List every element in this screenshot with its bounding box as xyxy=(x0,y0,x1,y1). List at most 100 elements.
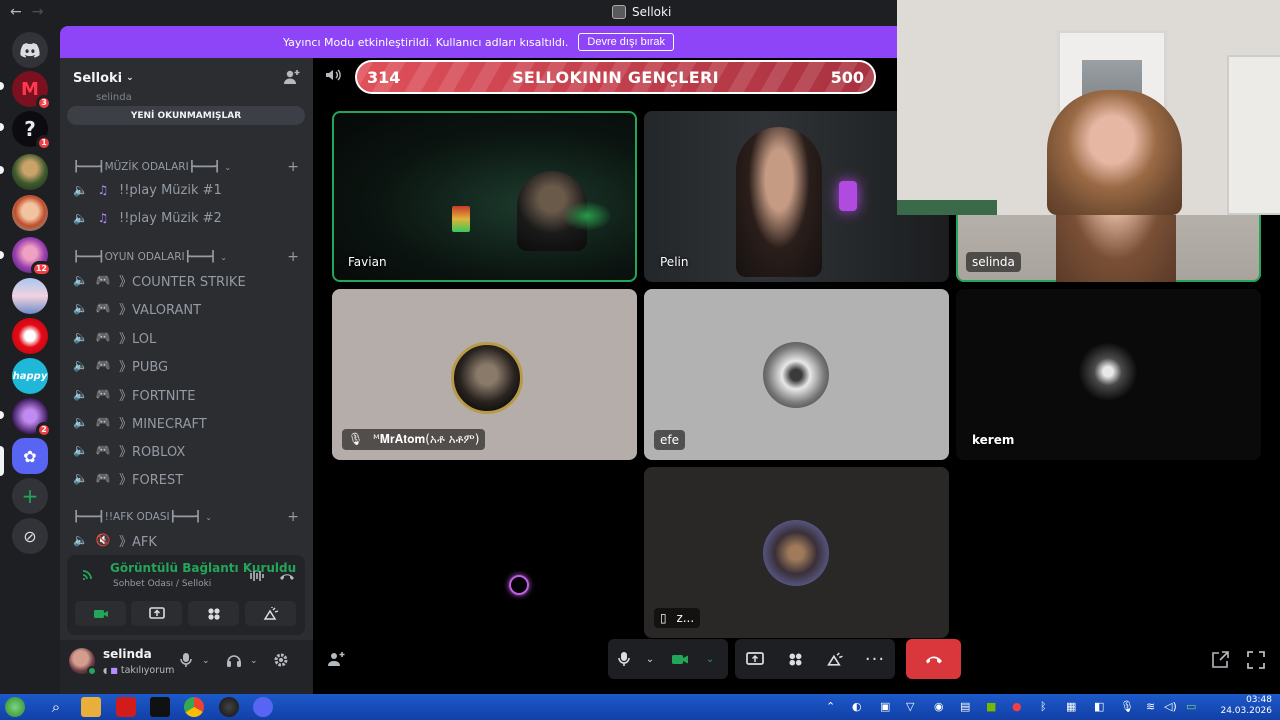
voice-channel[interactable]: 🔈 🎮 》FORTNITE xyxy=(73,382,305,406)
server-soldier-icon[interactable] xyxy=(12,154,48,190)
voice-channel[interactable]: 🔈 🎮 》VALORANT xyxy=(73,296,305,320)
disconnect-icon[interactable] xyxy=(279,569,295,587)
app-black-icon[interactable] xyxy=(150,697,170,717)
volume-tray-icon[interactable]: ◁) xyxy=(1164,700,1177,713)
add-channel-icon[interactable]: + xyxy=(287,509,299,525)
app-dark-icon[interactable] xyxy=(219,697,239,717)
category-afk[interactable]: ┣━━━┫!!AFK ODASI┣━━━┫ ⌄ + xyxy=(73,509,299,525)
tray-app-icon[interactable]: ◐ xyxy=(852,700,862,713)
chevron-down-icon[interactable]: ⌄ xyxy=(250,656,258,666)
voice-channel[interactable]: 🔈 🎮 》FOREST xyxy=(73,466,305,490)
server-streak-icon[interactable]: 2 xyxy=(12,398,52,438)
microphone-icon[interactable] xyxy=(180,652,192,672)
voice-channel[interactable]: 🔈 🎮 》LOL xyxy=(73,325,305,349)
game-small-icon: ■ xyxy=(110,666,118,675)
activities-button[interactable] xyxy=(188,601,239,626)
battery-icon[interactable]: ▭ xyxy=(1186,700,1196,713)
unread-pill-indicator xyxy=(0,251,4,259)
video-tile-efe[interactable]: efe xyxy=(644,289,949,460)
server-selloki-icon[interactable]: ✿ xyxy=(12,438,48,474)
camera-options-chevron-icon[interactable]: ⌄ xyxy=(700,639,720,679)
headset-icon[interactable] xyxy=(226,652,242,672)
clock[interactable]: 03:48 24.03.2026 xyxy=(1220,695,1272,717)
voice-channel[interactable]: 🔈 🔇 》AFK xyxy=(73,528,305,552)
new-unreads-pill[interactable]: YENİ OKUNMAMIŞLAR xyxy=(67,106,305,125)
camera-button[interactable] xyxy=(75,601,126,626)
gear-cluster-icon: ✿ xyxy=(23,446,37,466)
server-redhead-icon[interactable] xyxy=(12,195,48,231)
microphone-button[interactable] xyxy=(608,639,640,679)
tray-app-icon[interactable]: ▽ xyxy=(906,700,914,713)
search-icon[interactable]: ⌕ xyxy=(46,697,66,717)
voice-channel[interactable]: 🔈 🎮 》PUBG xyxy=(73,353,305,377)
signal-icon[interactable] xyxy=(81,567,97,585)
noise-suppression-icon[interactable] xyxy=(249,569,265,587)
voice-channel[interactable]: 🔈 🎮 》ROBLOX xyxy=(73,438,305,462)
video-tile-z[interactable]: ▯ z... xyxy=(644,467,949,638)
server-anime-icon[interactable]: 12 xyxy=(12,237,52,277)
wifi-icon[interactable]: ≋ xyxy=(1146,700,1155,713)
fullscreen-icon[interactable] xyxy=(1247,651,1265,673)
gear-icon[interactable] xyxy=(273,652,289,672)
microphone-tray-icon[interactable]: 🎙 xyxy=(1120,700,1134,713)
user-status[interactable]: ◖ ■ takılıyorum xyxy=(103,665,174,676)
tray-app-icon[interactable]: ◧ xyxy=(1094,700,1104,713)
invite-people-icon[interactable] xyxy=(283,68,301,86)
server-happy-icon[interactable]: happy xyxy=(12,358,48,394)
add-channel-icon[interactable]: + xyxy=(287,159,299,175)
discover-icon[interactable]: ⊘ xyxy=(12,518,48,554)
soundboard-button[interactable] xyxy=(245,601,296,626)
file-explorer-icon[interactable] xyxy=(81,697,101,717)
category-games[interactable]: ┣━━━┫OYUN ODALARI┣━━━┫ ⌄ + xyxy=(73,249,299,265)
leave-call-button[interactable] xyxy=(906,639,961,679)
avatar[interactable] xyxy=(69,648,97,676)
invite-to-call-icon[interactable] xyxy=(327,651,345,671)
disable-streamer-mode-button[interactable]: Devre dışı bırak xyxy=(578,33,675,51)
avatar xyxy=(763,342,829,408)
chevron-up-icon[interactable]: ⌃ xyxy=(826,700,835,713)
user-name[interactable]: selinda xyxy=(103,647,152,661)
category-music[interactable]: ┣━━━┫MÜZİK ODALARI┣━━━┫ ⌄ + xyxy=(73,159,299,175)
voice-status[interactable]: Görüntülü Bağlantı Kuruldu xyxy=(110,561,296,575)
chevron-down-icon[interactable]: ⌄ xyxy=(202,656,210,666)
tray-app-icon[interactable]: ▦ xyxy=(1066,700,1076,713)
camera-toggle-button[interactable] xyxy=(660,639,700,679)
server-flag-icon[interactable] xyxy=(12,318,48,354)
speaker-icon: 🔈 xyxy=(73,443,88,457)
video-tile-kerem[interactable]: kerem xyxy=(956,289,1261,460)
discord-home-icon[interactable] xyxy=(12,32,48,68)
voice-location[interactable]: Sohbet Odası / Selloki xyxy=(113,579,211,589)
start-button-icon[interactable] xyxy=(5,697,25,717)
video-tile-mratom[interactable]: 🎙 ᴹ𝐌𝐫𝐀𝐭𝐨𝐦(አቶ አቶም) xyxy=(332,289,637,460)
activities-button[interactable] xyxy=(775,639,815,679)
chrome-icon[interactable] xyxy=(184,697,204,717)
voice-channel[interactable]: 🔈 🎮 》MINECRAFT xyxy=(73,410,305,434)
video-tile-favian[interactable]: Favian xyxy=(332,111,637,282)
nvidia-icon[interactable]: ■ xyxy=(986,700,996,713)
server-landscape-icon[interactable] xyxy=(12,278,48,314)
tray-app-icon[interactable]: ● xyxy=(1012,700,1022,713)
server-m-icon[interactable]: M 3 xyxy=(12,71,52,111)
tray-app-icon[interactable]: ▣ xyxy=(880,700,890,713)
bluetooth-icon[interactable]: ᛒ xyxy=(1040,700,1047,713)
more-options-icon[interactable]: ··· xyxy=(855,639,895,679)
voice-channel[interactable]: 🔈 ♫ !!play Müzik #2 xyxy=(73,206,305,230)
discord-taskbar-icon[interactable] xyxy=(253,697,273,717)
chevron-down-icon: ⌄ xyxy=(224,162,232,172)
tray-app-icon[interactable]: ◉ xyxy=(934,700,944,713)
soundboard-button[interactable] xyxy=(815,639,855,679)
volume-icon[interactable] xyxy=(325,68,341,86)
voice-channel[interactable]: 🔈 ♫ !!play Müzik #1 xyxy=(73,178,305,202)
app-red-icon[interactable] xyxy=(116,697,136,717)
screen-share-button[interactable] xyxy=(131,601,182,626)
screen-share-button[interactable] xyxy=(735,639,775,679)
add-server-icon[interactable]: + xyxy=(12,478,48,514)
server-question-icon[interactable]: ? 1 xyxy=(12,111,52,151)
chevron-down-icon: ⌄ xyxy=(220,252,227,262)
add-channel-icon[interactable]: + xyxy=(287,249,299,265)
pop-out-icon[interactable] xyxy=(1211,651,1229,673)
back-icon[interactable]: ← xyxy=(10,4,22,20)
tray-app-icon[interactable]: ▤ xyxy=(960,700,970,713)
voice-channel[interactable]: 🔈 🎮 》COUNTER STRIKE xyxy=(73,268,305,292)
mic-options-chevron-icon[interactable]: ⌄ xyxy=(640,639,660,679)
